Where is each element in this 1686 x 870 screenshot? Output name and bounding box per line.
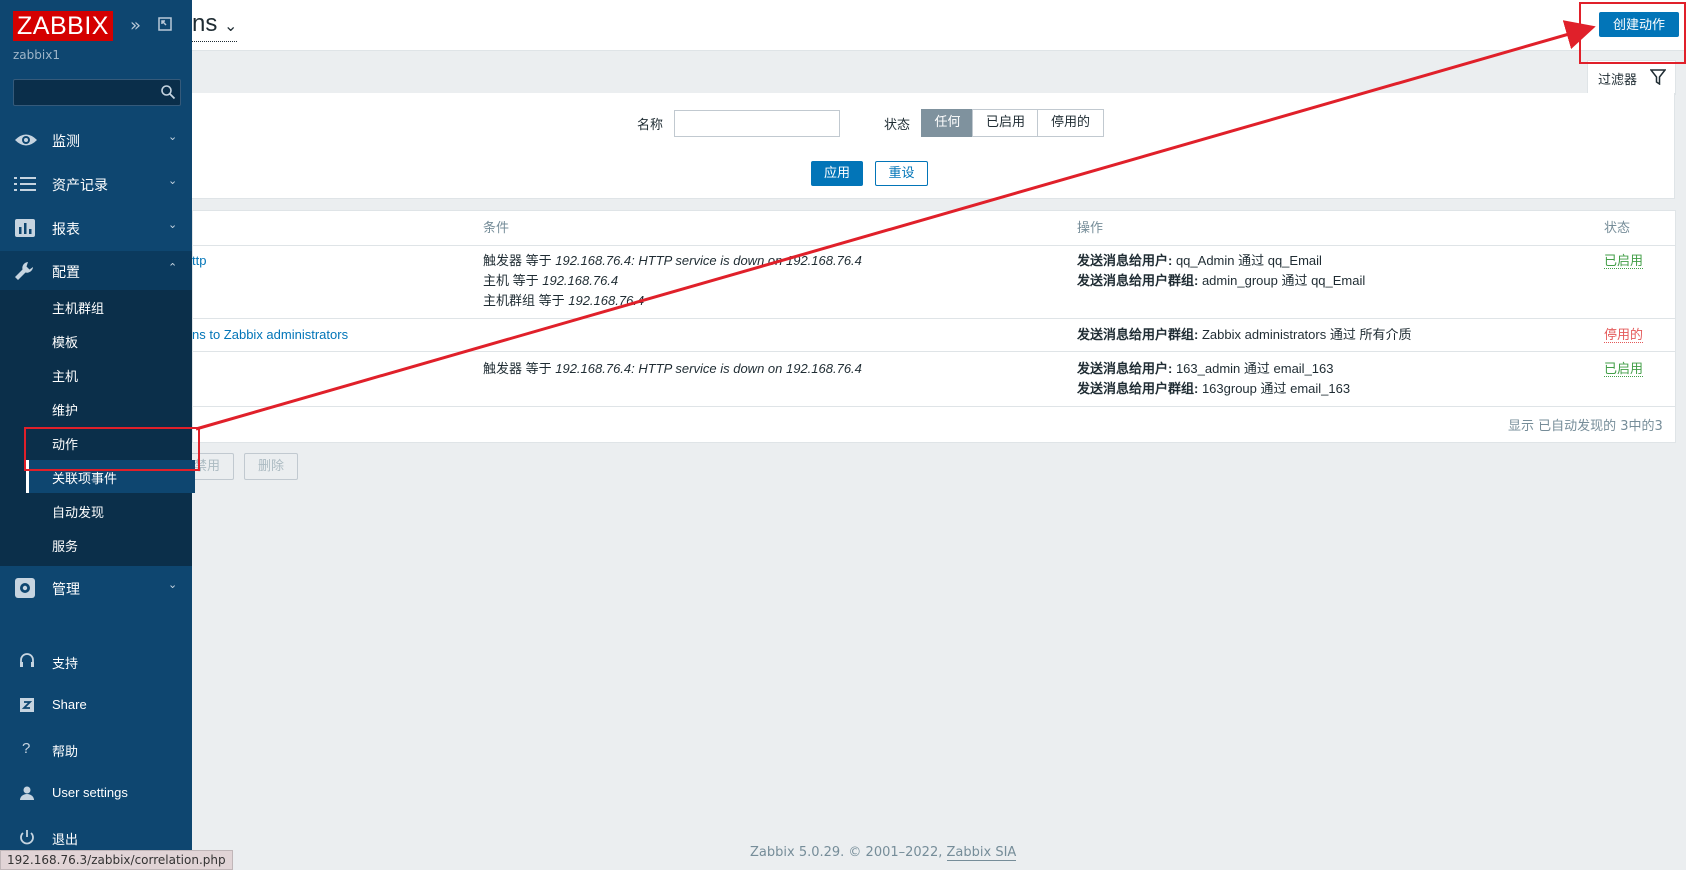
menu-inventory[interactable]: 资产记录 ⌄ xyxy=(0,164,192,204)
menu-label: 资产记录 xyxy=(52,177,108,193)
submenu-hosts[interactable]: 主机 xyxy=(26,358,192,391)
table-row-name-link[interactable]: ns to Zabbix administrators xyxy=(192,325,348,345)
table-count-text: 显示 已自动发现的 3中的3 xyxy=(1508,419,1663,434)
divider xyxy=(192,351,1676,352)
name-filter-label: 名称 xyxy=(637,118,664,133)
menu-label: 配置 xyxy=(52,264,80,280)
search-icon[interactable] xyxy=(160,84,176,103)
status-any-option[interactable]: 任何 xyxy=(921,109,974,137)
delete-button[interactable]: 删除 xyxy=(244,453,298,480)
bar-chart-icon xyxy=(14,218,36,238)
server-name: zabbix1 xyxy=(13,48,60,62)
zabbix-sia-link[interactable]: Zabbix SIA xyxy=(946,845,1017,861)
chevron-down-icon: ⌄ xyxy=(168,131,178,143)
menu-support[interactable]: 支持 xyxy=(0,644,192,680)
apply-button[interactable]: 应用 xyxy=(811,161,863,186)
status-disabled-option[interactable]: 停用的 xyxy=(1037,109,1104,137)
user-icon xyxy=(18,784,36,802)
chevron-down-icon: ⌄ xyxy=(168,219,178,231)
menu-reports[interactable]: 报表 ⌄ xyxy=(0,208,192,248)
sidebar-search-input[interactable] xyxy=(13,79,181,106)
menu-monitoring[interactable]: 监测 ⌄ xyxy=(0,120,192,160)
menu-share[interactable]: Share xyxy=(0,688,192,724)
page-header: ns ⌄ xyxy=(192,0,1686,51)
collapse-sidebar-icon[interactable] xyxy=(157,16,173,37)
headset-icon xyxy=(18,652,36,670)
submenu-discovery[interactable]: 自动发现 xyxy=(26,494,192,527)
submenu-host-groups[interactable]: 主机群组 xyxy=(26,290,192,323)
eye-icon xyxy=(14,130,37,150)
browser-status-url: 192.168.76.3/zabbix/correlation.php xyxy=(0,850,233,870)
divider xyxy=(192,406,1676,407)
submenu-services[interactable]: 服务 xyxy=(26,528,192,561)
menu-user-settings[interactable]: User settings xyxy=(0,776,192,812)
column-header-operations: 操作 xyxy=(1077,221,1104,236)
submenu-templates[interactable]: 模板 xyxy=(26,324,192,357)
name-filter-input[interactable] xyxy=(674,110,840,137)
divider xyxy=(192,245,1676,246)
expand-sidebar-icon[interactable]: » xyxy=(130,15,141,36)
gear-icon xyxy=(14,578,36,598)
chevron-up-icon: ⌃ xyxy=(168,262,178,274)
menu-label: 监测 xyxy=(52,133,80,149)
zabbix-logo[interactable]: ZABBIX xyxy=(13,11,113,41)
menu-help[interactable]: ? 帮助 xyxy=(0,732,192,768)
reset-button[interactable]: 重设 xyxy=(875,161,928,186)
page-title-dropdown[interactable]: ns ⌄ xyxy=(192,10,238,42)
divider xyxy=(192,318,1676,319)
filter-funnel-icon xyxy=(1649,69,1667,89)
chevron-down-icon: ⌄ xyxy=(168,175,178,187)
table-row-conditions: 触发器 等于 192.168.76.4: HTTP service is dow… xyxy=(483,253,862,308)
column-header-conditions: 条件 xyxy=(483,221,510,236)
status-filter-label: 状态 xyxy=(884,118,911,133)
table-row-operations: 发送消息给用户: 163_admin 通过 email_163 发送消息给用户群… xyxy=(1077,361,1351,396)
table-row-status[interactable]: 停用的 xyxy=(1604,325,1644,345)
list-icon xyxy=(14,174,36,194)
table-row-status[interactable]: 已启用 xyxy=(1604,251,1644,271)
share-z-icon xyxy=(18,696,36,714)
table-row-operations: 发送消息给用户群组: Zabbix administrators 通过 所有介质 xyxy=(1077,327,1412,342)
menu-label: 管理 xyxy=(52,581,80,597)
table-row-name-link[interactable]: ttp xyxy=(192,251,206,271)
question-icon: ? xyxy=(22,740,31,757)
menu-configuration[interactable]: 配置 ⌃ xyxy=(0,251,192,291)
annotation-highlight-box xyxy=(24,427,200,471)
table-row-status[interactable]: 已启用 xyxy=(1604,359,1644,379)
table-row-operations: 发送消息给用户: qq_Admin 通过 qq_Email 发送消息给用户群组:… xyxy=(1077,253,1366,288)
annotation-highlight-box xyxy=(1579,2,1686,64)
wrench-icon xyxy=(14,261,36,281)
table-row-conditions: 触发器 等于 192.168.76.4: HTTP service is dow… xyxy=(483,361,862,376)
column-header-status[interactable]: 状态 xyxy=(1604,217,1630,236)
menu-administration[interactable]: 管理 ⌄ xyxy=(0,568,192,608)
status-enabled-option[interactable]: 已启用 xyxy=(972,109,1039,137)
submenu-maintenance[interactable]: 维护 xyxy=(26,392,192,425)
menu-label: 报表 xyxy=(52,221,80,237)
power-icon xyxy=(18,828,36,846)
chevron-down-icon: ⌄ xyxy=(224,18,238,35)
chevron-down-icon: ⌄ xyxy=(168,579,178,591)
filter-tab[interactable]: 过滤器 xyxy=(1587,60,1676,95)
page-footer: Zabbix 5.0.29. © 2001–2022, Zabbix SIA xyxy=(750,845,1017,861)
filter-tab-bar xyxy=(192,51,1674,93)
